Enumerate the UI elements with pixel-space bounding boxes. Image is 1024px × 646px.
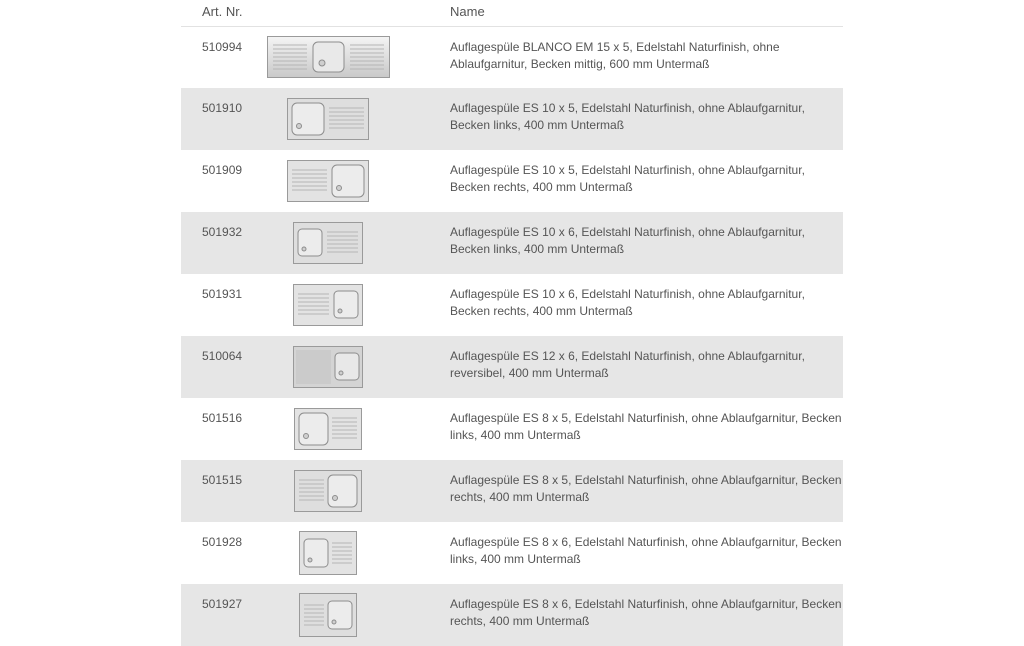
article-number: 501932 [202, 225, 243, 239]
table-row[interactable]: 501927 Auflagespüle ES 8 x 6, Edelstahl … [181, 584, 843, 646]
sink-right-bowl-image[interactable] [293, 284, 363, 326]
header-art-nr: Art. Nr. [202, 4, 243, 19]
table-row[interactable]: 501932 Auflagespüle ES 10 x 6, Edelstahl… [181, 212, 843, 274]
article-number: 510064 [202, 349, 243, 363]
article-number: 501931 [202, 287, 243, 301]
sink-left-bowl-image[interactable] [294, 408, 362, 450]
table-row[interactable]: 501931 Auflagespüle ES 10 x 6, Edelstahl… [181, 274, 843, 336]
sink-right-bowl-image[interactable] [287, 160, 369, 202]
table-row[interactable]: 501909 Auflagespüle ES 10 x 5, Edelstahl… [181, 150, 843, 212]
article-number: 501910 [202, 101, 243, 115]
article-number: 510994 [202, 40, 243, 54]
article-number: 501909 [202, 163, 243, 177]
product-name: Auflagespüle ES 8 x 6, Edelstahl Naturfi… [450, 535, 842, 566]
sink-reversible-image[interactable] [293, 346, 363, 388]
product-name: Auflagespüle ES 10 x 5, Edelstahl Naturf… [450, 101, 805, 132]
article-number: 501927 [202, 597, 243, 611]
article-number: 501516 [202, 411, 243, 425]
table-row[interactable]: 501515 Auflagespüle ES 8 x 5, Edelstahl … [181, 460, 843, 522]
table-row[interactable]: 501910 Auflagespüle ES 10 x 5, Edelstahl… [181, 88, 843, 150]
article-number: 501515 [202, 473, 243, 487]
product-name: Auflagespüle BLANCO EM 15 x 5, Edelstahl… [450, 40, 780, 71]
sink-left-bowl-image[interactable] [287, 98, 369, 140]
product-name: Auflagespüle ES 10 x 5, Edelstahl Naturf… [450, 163, 805, 194]
sink-center-bowl-image[interactable] [267, 36, 390, 78]
product-table: Art. Nr. Name 510994 Auflagespüle BLANCO… [181, 0, 843, 646]
sink-right-bowl-image[interactable] [294, 470, 362, 512]
product-name: Auflagespüle ES 8 x 6, Edelstahl Naturfi… [450, 597, 842, 628]
product-name: Auflagespüle ES 10 x 6, Edelstahl Naturf… [450, 225, 805, 256]
product-name: Auflagespüle ES 12 x 6, Edelstahl Naturf… [450, 349, 805, 380]
product-name: Auflagespüle ES 8 x 5, Edelstahl Naturfi… [450, 473, 842, 504]
article-number: 501928 [202, 535, 243, 549]
table-row[interactable]: 510064 Auflagespüle ES 12 x 6, Edelstahl… [181, 336, 843, 398]
table-row[interactable]: 501516 Auflagespüle ES 8 x 5, Edelstahl … [181, 398, 843, 460]
table-row[interactable]: 510994 Auflagespüle BLANCO EM 15 x 5, Ed… [181, 27, 843, 88]
table-header: Art. Nr. Name [181, 0, 843, 27]
table-row[interactable]: 501928 Auflagespüle ES 8 x 6, Edelstahl … [181, 522, 843, 584]
sink-left-bowl-image[interactable] [293, 222, 363, 264]
sink-right-bowl-image[interactable] [299, 593, 357, 637]
product-name: Auflagespüle ES 8 x 5, Edelstahl Naturfi… [450, 411, 842, 442]
sink-left-bowl-image[interactable] [299, 531, 357, 575]
header-name: Name [450, 4, 485, 19]
product-name: Auflagespüle ES 10 x 6, Edelstahl Naturf… [450, 287, 805, 318]
